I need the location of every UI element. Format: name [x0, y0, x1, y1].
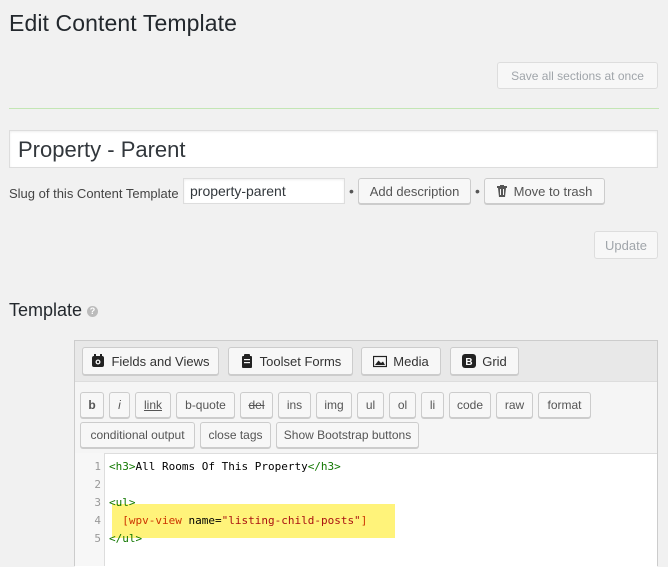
code-token: ]	[360, 514, 368, 527]
template-section-title: Template	[9, 300, 83, 320]
bootstrap-icon: B	[462, 354, 477, 368]
fields-and-views-label: Fields and Views	[111, 353, 210, 369]
quicktag-img[interactable]: img	[316, 392, 352, 418]
code-token: <h3>	[109, 460, 136, 473]
toolset-forms-label: Toolset Forms	[259, 353, 342, 369]
page-title: Edit Content Template	[9, 10, 237, 36]
code-line[interactable]: <ul>	[109, 496, 136, 509]
grid-button[interactable]: B Grid	[450, 347, 519, 375]
line-number: 1	[94, 460, 101, 473]
toolset-forms-button[interactable]: Toolset Forms	[228, 347, 353, 375]
media-label: Media	[393, 353, 429, 369]
quicktag-format[interactable]: format	[538, 392, 591, 418]
slug-input[interactable]: property-parent	[183, 178, 345, 204]
template-title-input[interactable]: Property - Parent	[9, 130, 658, 168]
show-bootstrap-buttons-button[interactable]: Show Bootstrap buttons	[276, 422, 419, 448]
quicktag-li[interactable]: li	[421, 392, 444, 418]
trash-icon	[496, 185, 507, 197]
fields-and-views-button[interactable]: Fields and Views	[82, 347, 219, 375]
code-line[interactable]: <h3>All Rooms Of This Property</h3>	[109, 460, 341, 473]
code-token: All Rooms Of This Property	[135, 460, 308, 473]
media-button[interactable]: Media	[361, 347, 441, 375]
quicktag-ol[interactable]: ol	[389, 392, 416, 418]
move-to-trash-button[interactable]: Move to trash	[484, 178, 605, 204]
code-token: "listing-child-posts"	[221, 514, 361, 527]
quicktag-del[interactable]: del	[240, 392, 273, 418]
line-number: 3	[94, 496, 101, 509]
conditional-output-button[interactable]: conditional output	[80, 422, 195, 448]
quicktag-b-quote[interactable]: b-quote	[176, 392, 235, 418]
code-line[interactable]: </ul>	[109, 532, 142, 545]
line-number: 2	[94, 478, 101, 491]
code-token: name=	[181, 514, 222, 527]
line-number: 5	[94, 532, 101, 545]
grid-label: Grid	[482, 353, 507, 369]
section-divider	[9, 108, 659, 109]
image-icon	[373, 354, 388, 368]
quicktag-link[interactable]: link	[135, 392, 171, 418]
quicktag-italic[interactable]: i	[109, 392, 130, 418]
code-token: </h3>	[307, 460, 341, 473]
quicktag-bold[interactable]: b	[80, 392, 104, 418]
separator-dot: •	[349, 183, 354, 199]
line-number: 4	[94, 514, 101, 527]
code-token: [wpv-view	[122, 514, 182, 527]
clipboard-icon	[240, 354, 254, 368]
quicktag-ul[interactable]: ul	[357, 392, 384, 418]
quicktag-raw[interactable]: raw	[496, 392, 533, 418]
svg-text:B: B	[466, 357, 473, 368]
code-token: <ul>	[109, 496, 136, 509]
update-button[interactable]: Update	[594, 231, 658, 259]
toolset-views-icon	[91, 354, 105, 368]
quicktag-ins[interactable]: ins	[278, 392, 311, 418]
slug-label: Slug of this Content Template	[9, 186, 179, 201]
quicktag-code[interactable]: code	[449, 392, 491, 418]
move-to-trash-label: Move to trash	[513, 183, 593, 199]
close-tags-button[interactable]: close tags	[200, 422, 271, 448]
add-description-button[interactable]: Add description	[358, 178, 471, 204]
code-token: </ul>	[109, 532, 143, 545]
separator-dot: •	[475, 183, 480, 199]
save-all-sections-button[interactable]: Save all sections at once	[497, 62, 658, 89]
code-line[interactable]: [wpv-view name="listing-child-posts"]	[109, 514, 367, 527]
help-icon[interactable]: ?	[87, 306, 98, 317]
